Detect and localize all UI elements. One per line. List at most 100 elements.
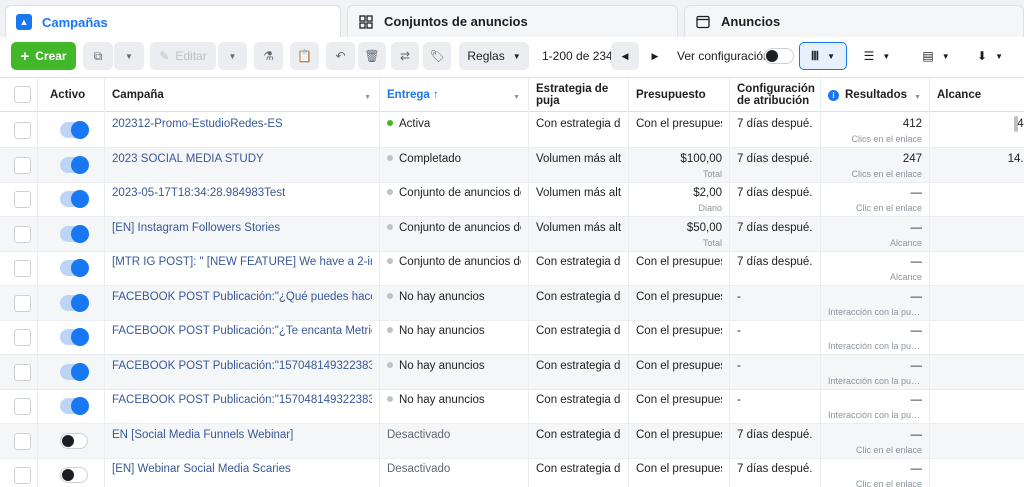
edit-button[interactable]: ✎ Editar [150, 42, 216, 70]
row-checkbox[interactable] [14, 398, 31, 415]
toggle-knob [71, 259, 89, 277]
campaign-toggle[interactable] [60, 397, 89, 415]
tag-button[interactable]: 🏷 [423, 42, 451, 70]
attribution-value: 7 días despué... [737, 428, 813, 441]
campaign-name-link[interactable]: 202312-Promo-EstudioRedes-ES [112, 118, 372, 130]
campaign-toggle[interactable] [60, 121, 89, 139]
campaign-toggle[interactable] [60, 155, 89, 174]
attribution-value: - [737, 394, 741, 406]
campaign-name-link[interactable]: FACEBOOK POST Publicación:"1570481493223… [112, 394, 372, 406]
delivery-cell: Conjunto de anuncios desa [380, 251, 529, 286]
toggle-knob [71, 224, 89, 243]
row-checkbox[interactable] [14, 329, 31, 346]
view-config-toggle[interactable] [764, 48, 794, 64]
caret-down-icon: ▼ [995, 51, 1003, 61]
delivery-cell: No hay anuncios [380, 320, 529, 355]
results-type: Interacción con la publ... [828, 410, 922, 420]
campaign-name-link[interactable]: FACEBOOK POST Publicación:"¿Te encanta M… [112, 325, 372, 337]
create-button[interactable]: + Crear [11, 42, 76, 70]
sort-caret-icon: ▼ [364, 94, 371, 101]
campaign-name-link[interactable]: 2023-05-17T18:34:28.984983Test [112, 187, 372, 199]
table-row[interactable]: [EN] Webinar Social Media Scaries Desact… [0, 458, 1024, 487]
ab-test-button[interactable]: ⚗ [254, 42, 283, 70]
campaign-name-link[interactable]: FACEBOOK POST Publicación:"¿Qué puedes h… [112, 291, 372, 303]
col-alcance[interactable]: Alcance [930, 78, 1024, 112]
row-checkbox[interactable] [14, 156, 31, 174]
row-checkbox[interactable] [14, 225, 31, 243]
col-resultados[interactable]: i Resultados ▼ [821, 78, 930, 112]
row-checkbox[interactable] [14, 294, 31, 312]
campaign-toggle[interactable] [60, 328, 89, 346]
duplicate-dropdown[interactable]: ▼ [114, 42, 144, 70]
delete-button[interactable]: 🗑 [358, 42, 386, 70]
reach-cell [930, 424, 1024, 459]
table-row[interactable]: FACEBOOK POST Publicación:"1570481493223… [0, 389, 1024, 424]
columns-button[interactable]: Ⅲ ▼ [799, 42, 847, 70]
table-row[interactable]: [MTR IG POST]: " [NEW FEATURE] We have a… [0, 251, 1024, 286]
campaign-name-cell: FACEBOOK POST Publicación:"¿Te encanta M… [105, 320, 380, 355]
campaign-name-link[interactable]: [MTR IG POST]: " [NEW FEATURE] We have a… [112, 256, 372, 268]
tab-campaigns[interactable]: ▲ Campañas [5, 5, 341, 38]
campaign-name-link[interactable]: FACEBOOK POST Publicación:"1570481493223… [112, 360, 372, 372]
clipboard-button[interactable]: 📋 [290, 42, 319, 70]
delivery-status: Conjunto de anuncios desa [387, 222, 521, 234]
prev-page-button[interactable]: ◀ [611, 42, 639, 70]
delivery-status-text: Conjunto de anuncios desa [399, 221, 521, 234]
download-button[interactable]: ⬇ ▼ [966, 42, 1014, 70]
table-row[interactable]: FACEBOOK POST Publicación:"1570481493223… [0, 354, 1024, 390]
campaign-toggle[interactable] [60, 362, 89, 381]
breakdown-button[interactable]: ☰ ▼ [853, 42, 901, 70]
table-row[interactable]: 2023-05-17T18:34:28.984983Test Conjunto … [0, 182, 1024, 217]
col-entrega[interactable]: Entrega ↑ ▼ [380, 78, 529, 112]
col-activo[interactable]: Activo [38, 78, 105, 112]
rules-button-label: Reglas [467, 49, 505, 63]
export-button[interactable]: ⇄ [391, 42, 419, 70]
campaign-name-cell: 2023-05-17T18:34:28.984983Test [105, 182, 380, 217]
table-row[interactable]: FACEBOOK POST Publicación:"¿Te encanta M… [0, 320, 1024, 355]
col-campana[interactable]: Campaña ▼ [105, 78, 380, 112]
table-row[interactable]: 2023 SOCIAL MEDIA STUDY Completado Volum… [0, 147, 1024, 183]
tab-ads[interactable]: Anuncios [684, 5, 1024, 37]
campaign-name-link[interactable]: 2023 SOCIAL MEDIA STUDY [112, 153, 372, 165]
campaign-toggle[interactable] [60, 190, 89, 208]
view-config-label: Ver configuración [677, 49, 770, 63]
tab-ad-sets[interactable]: Conjuntos de anuncios [347, 5, 678, 37]
results-cell: 247 Clics en el enlace [821, 147, 930, 183]
campaign-name-link[interactable]: EN [Social Media Funnels Webinar] [112, 429, 372, 441]
row-checkbox[interactable] [14, 467, 31, 484]
table-row[interactable]: EN [Social Media Funnels Webinar] Desact… [0, 423, 1024, 459]
col-atribucion[interactable]: Configuración de atribución [730, 78, 821, 112]
reach-cell [930, 389, 1024, 424]
campaign-name-cell: EN [Social Media Funnels Webinar] [105, 423, 380, 459]
row-checkbox[interactable] [14, 122, 31, 139]
reach-cell [930, 286, 1024, 321]
rules-button[interactable]: Reglas ▼ [459, 42, 529, 70]
row-checkbox[interactable] [14, 191, 31, 208]
edit-dropdown[interactable]: ▼ [218, 42, 247, 70]
status-dot [387, 154, 393, 161]
results-cell: — Interacción con la publ... [821, 354, 930, 390]
undo-button[interactable]: ↶ [326, 42, 355, 70]
table-row[interactable]: [EN] Instagram Followers Stories Conjunt… [0, 216, 1024, 252]
next-page-button[interactable]: ▶ [641, 42, 669, 70]
row-checkbox[interactable] [14, 432, 31, 450]
tab-bar: ▲ Campañas Conjuntos de anuncios Anuncio… [0, 0, 1024, 38]
col-presupuesto[interactable]: Presupuesto [629, 78, 730, 112]
row-checkbox[interactable] [14, 363, 31, 381]
reports-button[interactable]: ▤ ▼ [912, 42, 960, 70]
campaign-name-link[interactable]: [EN] Webinar Social Media Scaries [112, 463, 372, 475]
campaign-toggle[interactable] [60, 293, 89, 312]
select-all-checkbox[interactable] [14, 86, 31, 103]
campaign-toggle[interactable] [60, 432, 88, 449]
attribution-cell: 7 días despué... [730, 423, 821, 459]
campaign-toggle[interactable] [60, 259, 89, 277]
campaign-name-link[interactable]: [EN] Instagram Followers Stories [112, 222, 372, 234]
campaign-toggle[interactable] [60, 224, 89, 243]
table-row[interactable]: 202312-Promo-EstudioRedes-ES Activa Con … [0, 113, 1024, 148]
duplicate-button[interactable]: ⧉ [83, 42, 113, 70]
campaign-toggle[interactable] [60, 467, 88, 483]
table-row[interactable]: FACEBOOK POST Publicación:"¿Qué puedes h… [0, 285, 1024, 321]
row-checkbox[interactable] [14, 260, 31, 277]
horizontal-scroll-handle[interactable] [1014, 116, 1018, 132]
col-estrategia[interactable]: Estrategia de puja [529, 78, 629, 112]
